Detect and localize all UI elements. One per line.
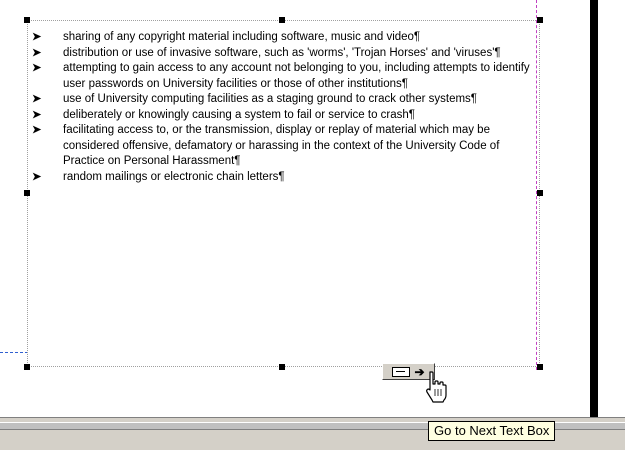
list-item-text: use of University computing facilities a…	[63, 93, 477, 105]
bullet-arrow-icon: ➤	[32, 170, 42, 183]
bullet-arrow-icon: ➤	[32, 62, 42, 74]
list-item[interactable]: ➤ use of University computing facilities …	[32, 92, 532, 108]
resize-handle-top-left[interactable]	[24, 17, 30, 23]
left-margin-guide	[0, 352, 28, 353]
list-item-text: attempting to gain access to any account…	[63, 62, 530, 90]
list-item[interactable]: ➤ deliberately or knowingly causing a sys…	[32, 108, 532, 124]
resize-handle-bottom-left[interactable]	[24, 364, 30, 370]
tooltip: Go to Next Text Box	[428, 421, 556, 441]
workspace-gap	[598, 0, 625, 417]
resize-handle-top-right[interactable]	[537, 17, 543, 23]
hand-pointer-icon	[426, 371, 447, 403]
list-item[interactable]: ➤ attempting to gain access to any accoun…	[32, 61, 532, 92]
bullet-arrow-icon: ➤	[32, 108, 42, 121]
bullet-arrow-icon: ➤	[32, 31, 42, 43]
resize-handle-bottom-center[interactable]	[279, 364, 285, 370]
bullet-arrow-icon: ➤	[32, 124, 42, 136]
list-item-text: distribution or use of invasive software…	[63, 46, 501, 59]
list-item[interactable]: ➤ random mailings or electronic chain let…	[32, 170, 532, 186]
list-item-text: facilitating access to, or the transmiss…	[63, 124, 500, 167]
bullet-arrow-icon: ➤	[32, 93, 42, 105]
list-item-text: random mailings or electronic chain lett…	[63, 170, 285, 183]
bullet-arrow-icon: ➤	[32, 46, 42, 59]
list-item-text: sharing of any copyright material includ…	[63, 31, 421, 43]
list-item[interactable]: ➤ sharing of any copyright material inclu…	[32, 30, 532, 46]
resize-handle-top-center[interactable]	[279, 17, 285, 23]
resize-handle-middle-left[interactable]	[24, 190, 30, 196]
resize-handle-middle-right[interactable]	[537, 190, 543, 196]
list-item[interactable]: ➤ distribution or use of invasive softwar…	[32, 46, 532, 62]
list-item-text: deliberately or knowingly causing a syst…	[63, 108, 415, 121]
page-edge-shadow	[590, 0, 598, 417]
bullet-list[interactable]: ➤ sharing of any copyright material inclu…	[32, 30, 532, 185]
list-item[interactable]: ➤ facilitating access to, or the transmis…	[32, 123, 532, 170]
text-box-icon	[392, 366, 411, 377]
resize-handle-bottom-right[interactable]	[537, 364, 543, 370]
